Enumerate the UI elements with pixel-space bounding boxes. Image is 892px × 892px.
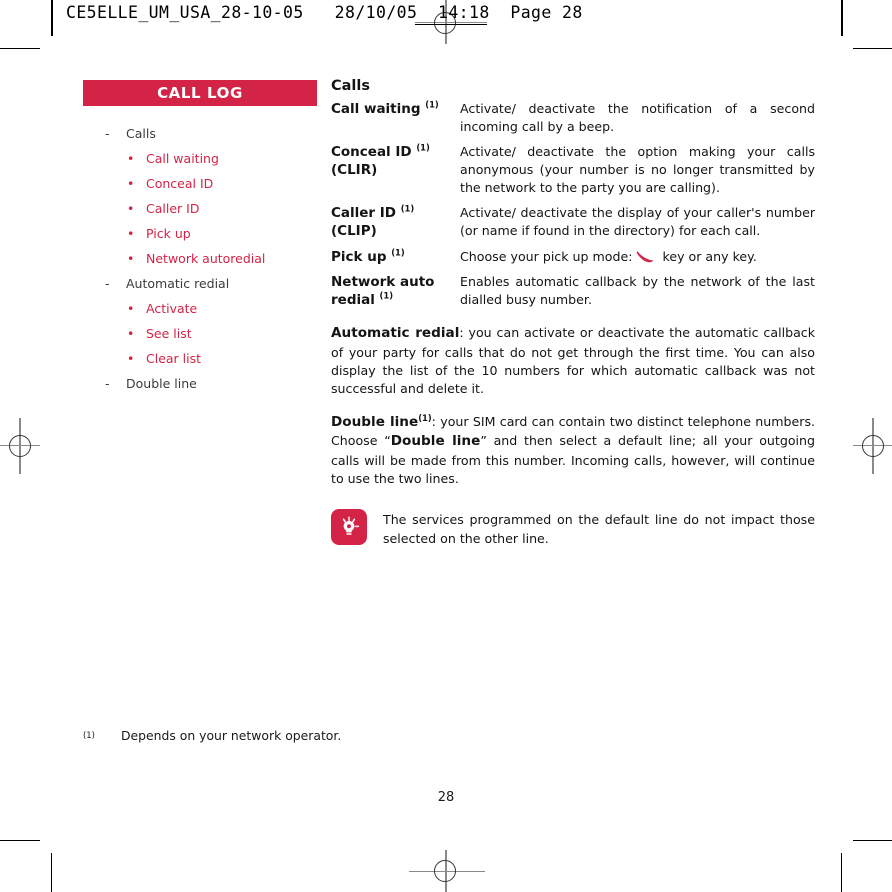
main-content: Calls Call waiting (1) Activate/ deactiva… <box>331 78 815 548</box>
page-header-text: CE5ELLE_UM_USA_28-10-05 28/10/05 14:18 P… <box>66 3 583 22</box>
footnote-marker-label: (1) <box>83 730 95 740</box>
sidebar-item-label: Pick up <box>146 226 191 241</box>
bullet-icon: • <box>127 176 135 191</box>
bullet-icon: • <box>127 251 135 266</box>
definition-term-text-line2: (CLIP) <box>331 222 377 239</box>
sidebar-item-caller-id[interactable]: • Caller ID <box>83 201 317 216</box>
bullet-icon: • <box>127 326 135 341</box>
paragraph-automatic-redial: Automatic redial: you can activate or de… <box>331 324 815 398</box>
sidebar-item-label: Caller ID <box>146 201 200 216</box>
definition-term-text: Conceal ID <box>331 144 412 160</box>
bullet-icon: • <box>127 351 135 366</box>
paragraph-double-line: Double line(1): your SIM card can contai… <box>331 413 815 489</box>
definition-description: Enables automatic callback by the networ… <box>460 274 815 308</box>
footnote-text: Depends on your network operator. <box>121 728 342 743</box>
phone-handset-icon <box>636 250 655 263</box>
page-number: 28 <box>437 790 455 805</box>
sidebar-item-label: Activate <box>146 301 198 316</box>
sidebar-item-double-line[interactable]: - Double line <box>83 376 317 391</box>
bullet-icon: • <box>127 151 135 166</box>
sidebar-item-clear-list[interactable]: • Clear list <box>83 351 317 366</box>
definition-term: Caller ID (1) (CLIP) <box>331 204 460 241</box>
definition-description: Activate/ deactivate the option making y… <box>460 144 815 195</box>
sidebar-item-pick-up[interactable]: • Pick up <box>83 226 317 241</box>
footnote-marker: (1) <box>425 99 439 110</box>
section-title-calls: Calls <box>331 78 370 94</box>
definition-row: Conceal ID (1) (CLIR) Activate/ deactivate… <box>331 143 815 197</box>
sidebar-item-network-autoredial[interactable]: • Network autoredial <box>83 251 317 266</box>
call-settings-definition-list: Call waiting (1) Activate/ deactivate the… <box>331 100 815 310</box>
dash-icon: - <box>105 276 110 291</box>
paragraph-lead-automatic-redial: Automatic redial <box>331 325 460 342</box>
definition-term-text: Pick up <box>331 248 387 265</box>
definition-term: Pick up (1) <box>331 248 460 267</box>
chapter-sidebar: CALL LOG - Calls • Call waiting • Conceal ID •… <box>83 80 317 401</box>
sidebar-item-label: Network autoredial <box>146 251 266 266</box>
sidebar-item-label: Automatic redial <box>126 276 230 291</box>
definition-term-text: Network auto <box>331 274 435 291</box>
bullet-icon: • <box>127 301 135 316</box>
sidebar-item-conceal-id[interactable]: • Conceal ID <box>83 176 317 191</box>
definition-description: Choose your pick up mode: key or any key. <box>460 248 815 267</box>
page-footnote: (1) Depends on your network operator. <box>83 728 341 743</box>
definition-description: Activate/ deactivate the display of your… <box>460 205 815 238</box>
sidebar-item-calls[interactable]: - Calls <box>83 126 317 141</box>
sidebar-item-label: Conceal ID <box>146 176 214 191</box>
paragraph-emphasis-double-line: Double line <box>390 433 481 450</box>
sidebar-item-see-list[interactable]: • See list <box>83 326 317 341</box>
crop-mark-bottom-right-horizontal <box>853 840 892 841</box>
definition-term: Conceal ID (1) (CLIR) <box>331 143 460 197</box>
sidebar-item-label: See list <box>146 326 192 341</box>
bullet-icon: • <box>127 226 135 241</box>
crop-mark-top-right-horizontal <box>853 48 892 49</box>
definition-description-after-icon: key or any key. <box>662 248 757 264</box>
sidebar-item-call-waiting[interactable]: • Call waiting <box>83 151 317 166</box>
definition-description-before-icon: Choose your pick up mode: <box>460 248 633 264</box>
definition-term-text: Call waiting <box>331 101 421 117</box>
footnote-marker: (1) <box>391 247 405 258</box>
header-rule-right <box>841 0 843 36</box>
sidebar-item-activate[interactable]: • Activate <box>83 301 317 316</box>
definition-term-text: Caller ID <box>331 205 397 221</box>
definition-term-text-line2: (CLIR) <box>331 161 378 178</box>
bullet-icon: • <box>127 201 135 216</box>
header-rule-left <box>51 0 53 36</box>
sidebar-item-label: Call waiting <box>146 151 219 166</box>
sidebar-title-bar: CALL LOG <box>83 80 317 106</box>
tip-note: The services programmed on the default l… <box>331 509 815 548</box>
footnote-marker: (1) <box>379 290 394 301</box>
definition-description: Activate/ deactivate the notification of… <box>460 101 815 134</box>
definition-term: Network auto redial (1) <box>331 273 460 310</box>
sidebar-item-automatic-redial[interactable]: - Automatic redial <box>83 276 317 291</box>
sidebar-item-label: Double line <box>126 376 197 391</box>
definition-row: Caller ID (1) (CLIP) Activate/ deactivate … <box>331 204 815 241</box>
footnote-marker: (1) <box>418 412 432 423</box>
dash-icon: - <box>105 376 110 391</box>
crop-mark-top-left-horizontal <box>0 48 40 49</box>
definition-term-text-line2: redial <box>331 292 375 309</box>
dash-icon: - <box>105 126 110 141</box>
crop-mark-bottom-left-horizontal <box>0 840 40 841</box>
header-underline <box>415 24 487 25</box>
tip-note-text: The services programmed on the default l… <box>383 512 815 546</box>
definition-row: Network auto redial (1) Enables automatic … <box>331 273 815 310</box>
definition-row: Pick up (1) Choose your pick up mode: key … <box>331 248 815 267</box>
crop-mark-bottom-right-vertical <box>841 853 842 892</box>
sidebar-item-label: Calls <box>126 126 156 141</box>
definition-term: Call waiting (1) <box>331 100 460 136</box>
sidebar-toc-list: - Calls • Call waiting • Conceal ID • Caller ID… <box>83 126 317 391</box>
footnote-marker: (1) <box>416 142 430 153</box>
sidebar-item-label: Clear list <box>146 351 202 366</box>
sidebar-title: CALL LOG <box>157 84 243 102</box>
lightbulb-tip-icon <box>331 509 367 546</box>
paragraph-lead-double-line: Double line <box>331 413 419 430</box>
definition-row: Call waiting (1) Activate/ deactivate the… <box>331 100 815 136</box>
footnote-marker: (1) <box>400 203 415 214</box>
crop-mark-bottom-left-vertical <box>51 853 52 892</box>
